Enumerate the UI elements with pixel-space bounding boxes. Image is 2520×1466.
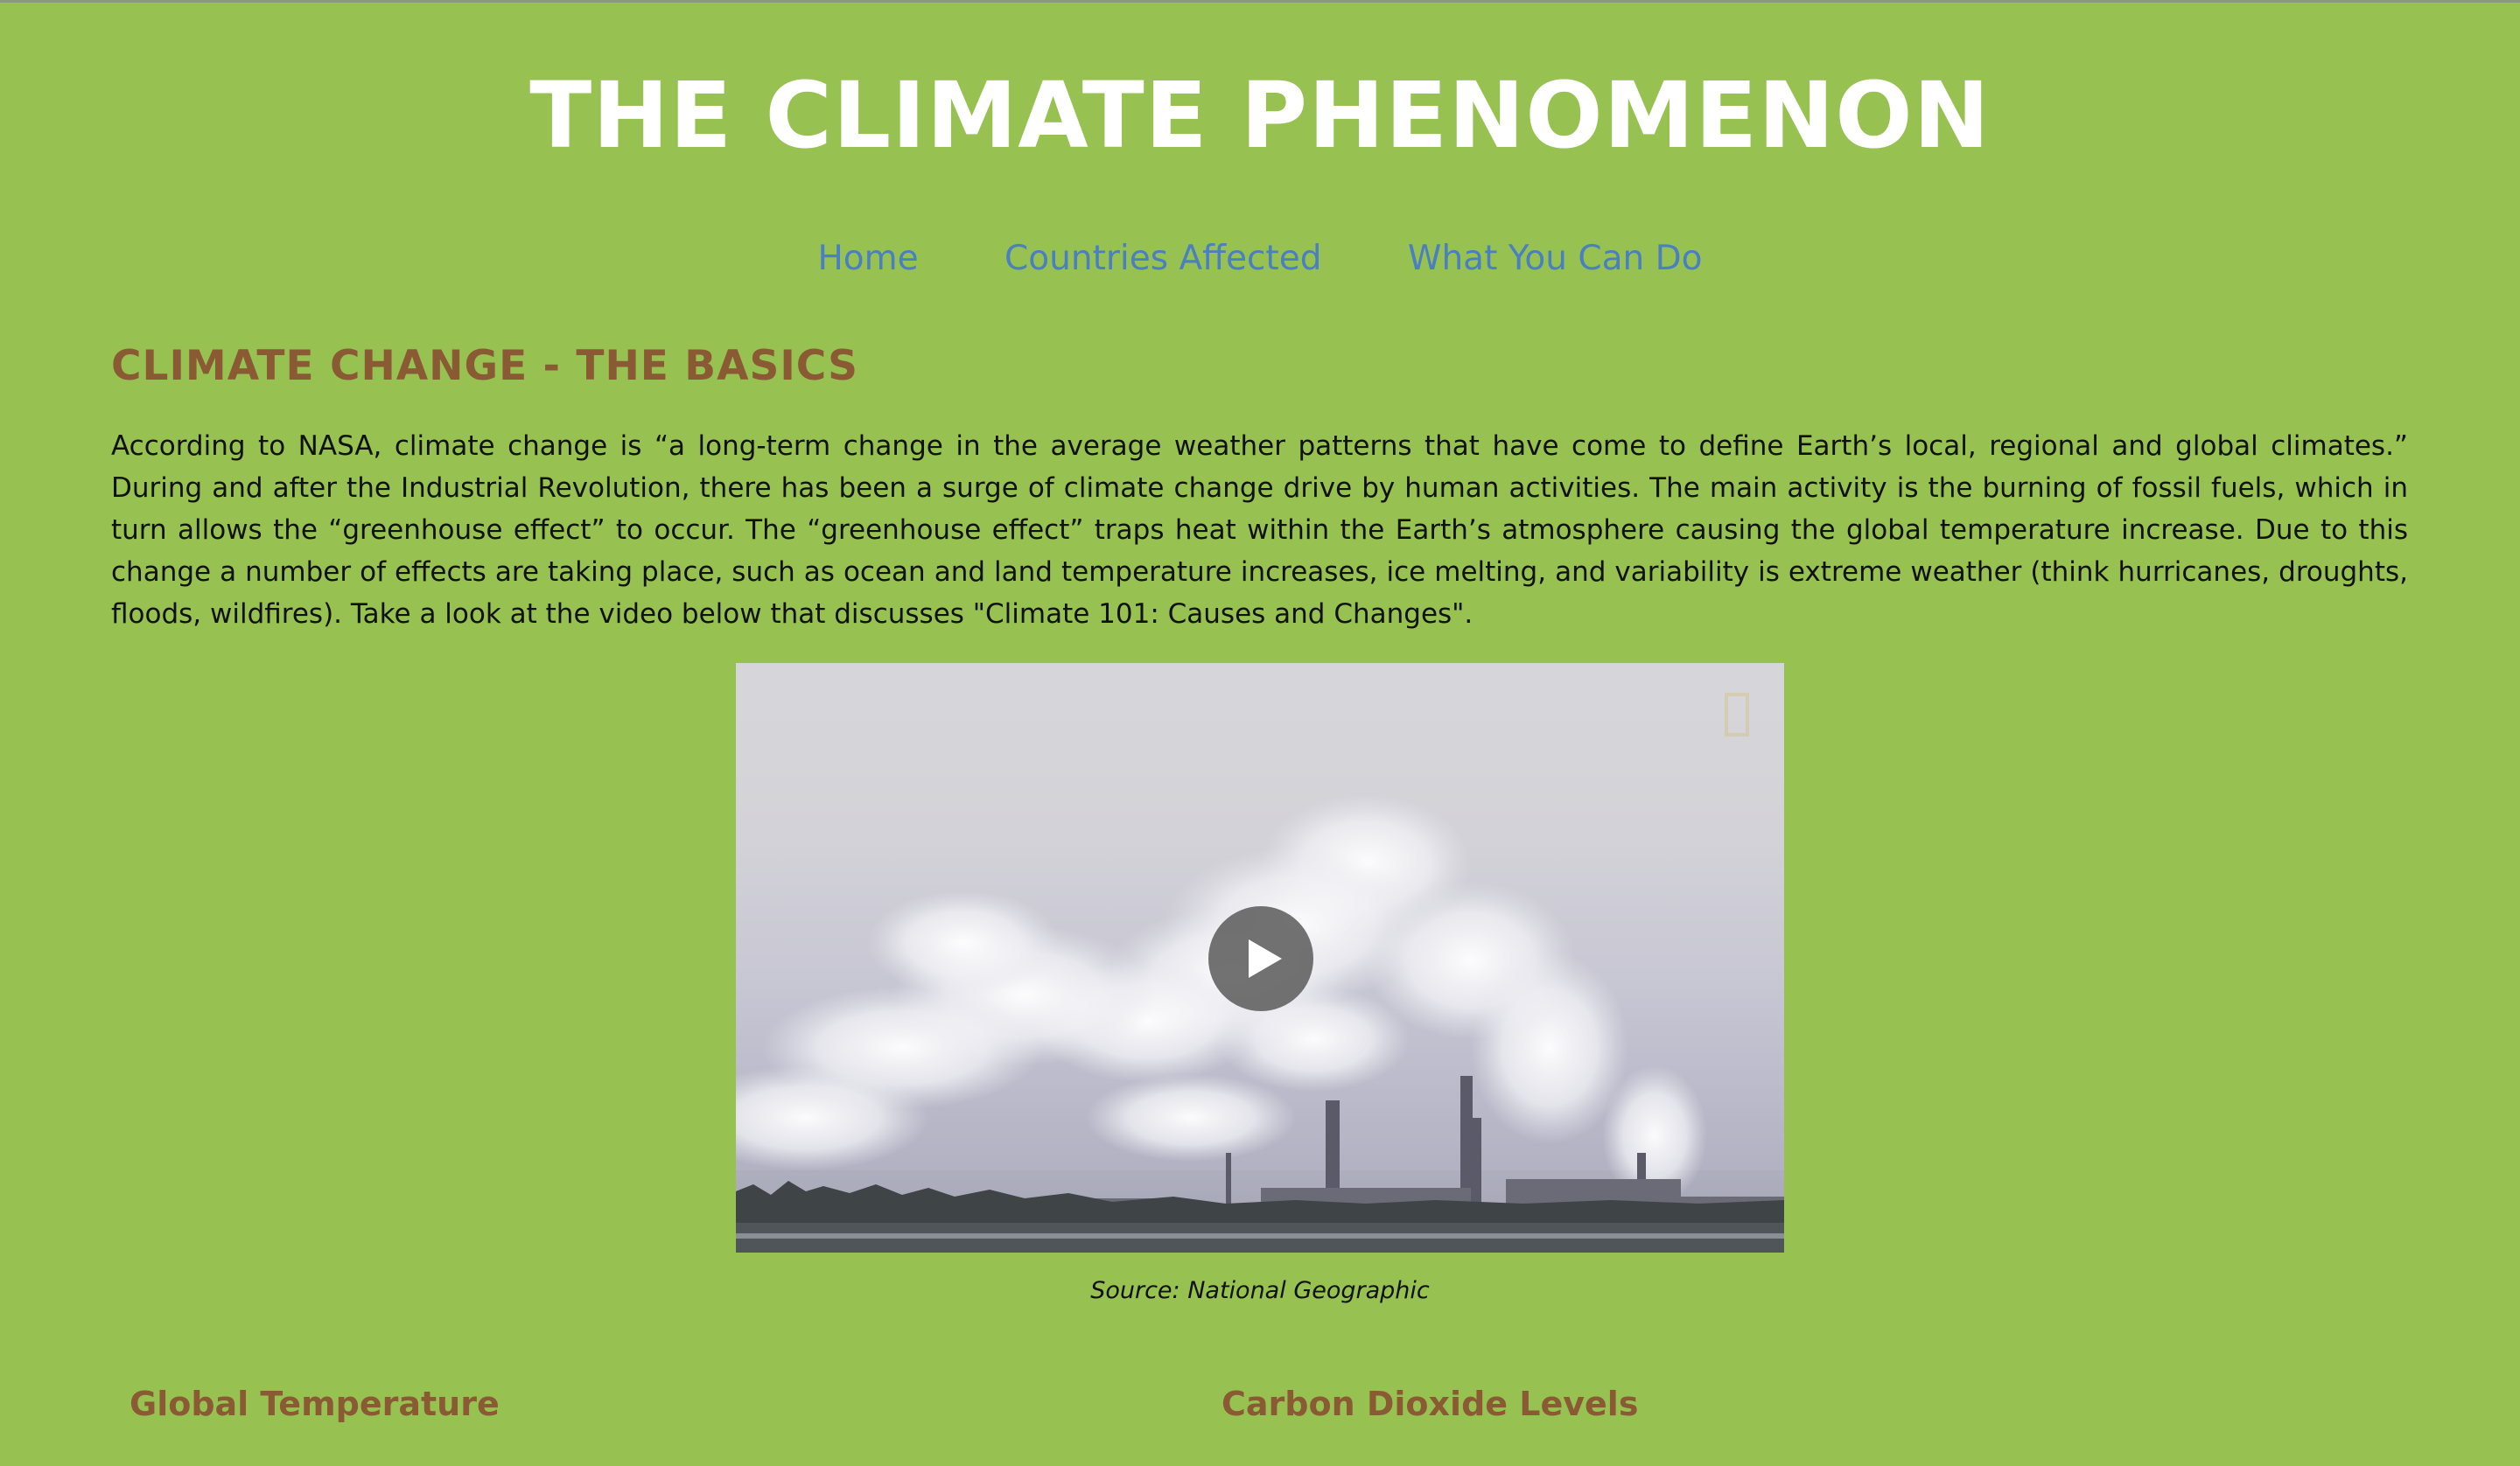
global-temperature-heading: Global Temperature (130, 1385, 500, 1423)
video-caption: Source: National Geographic (1090, 1277, 1430, 1304)
section-heading: CLIMATE CHANGE - THE BASICS (111, 342, 859, 390)
video-player[interactable] (736, 663, 1784, 1253)
nav-link-what-you-can-do[interactable]: What You Can Do (1408, 239, 1703, 278)
carbon-dioxide-levels-heading: Carbon Dioxide Levels (1222, 1385, 1639, 1423)
nav-link-home[interactable]: Home (817, 239, 918, 278)
play-button[interactable] (1208, 906, 1313, 1011)
top-border (0, 0, 2520, 3)
site-title: THE CLIMATE PHENOMENON (529, 62, 1991, 169)
play-icon (1249, 939, 1282, 978)
logo-icon (1725, 693, 1749, 736)
intro-paragraph: According to NASA, climate change is “a … (111, 430, 2408, 630)
main-nav: Home Countries Affected What You Can Do (0, 231, 2520, 287)
nav-link-countries-affected[interactable]: Countries Affected (1004, 239, 1321, 278)
